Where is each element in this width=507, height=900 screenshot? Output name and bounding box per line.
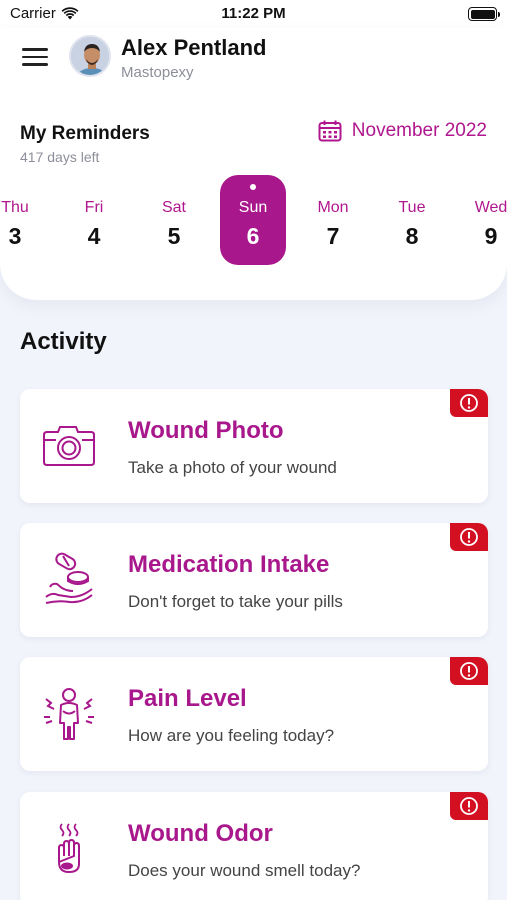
day-number: 9 — [484, 223, 498, 249]
status-bar: Carrier 11:22 PM — [0, 0, 507, 28]
day-number: 5 — [167, 223, 181, 249]
day-name: Thu — [1, 199, 29, 216]
day-cell-selected[interactable]: Sun 6 — [220, 175, 286, 265]
day-cell[interactable]: Sat 5 — [141, 175, 207, 265]
day-name: Tue — [398, 199, 426, 216]
procedure-name: Mastopexy — [121, 64, 194, 81]
activity-card-wound-odor[interactable]: Wound Odor Does your wound smell today? — [20, 792, 488, 900]
day-name: Sun — [238, 199, 268, 216]
menu-button[interactable] — [22, 46, 48, 68]
activity-card-pain-level[interactable]: Pain Level How are you feeling today? — [20, 657, 488, 771]
day-cell[interactable]: Wed 9 — [458, 175, 507, 265]
activity-card-medication[interactable]: Medication Intake Don't forget to take y… — [20, 523, 488, 637]
alert-badge — [450, 657, 488, 685]
day-number: 4 — [87, 223, 101, 249]
day-name: Wed — [474, 199, 507, 216]
day-name: Sat — [161, 199, 186, 216]
alert-icon — [460, 528, 478, 546]
day-strip: Thu 3 Fri 4 Sat 5 Sun 6 Mon 7 Tue 8 Wed … — [0, 175, 507, 265]
today-dot — [250, 184, 256, 190]
day-number: 8 — [405, 223, 419, 249]
activity-subtitle: Take a photo of your wound — [128, 458, 337, 477]
alert-badge — [450, 389, 488, 417]
camera-icon — [43, 426, 95, 466]
activity-title: Pain Level — [128, 685, 247, 712]
day-cell[interactable]: Fri 4 — [61, 175, 127, 265]
day-name: Fri — [84, 199, 104, 216]
day-cell[interactable]: Tue 8 — [379, 175, 445, 265]
month-picker[interactable]: November 2022 — [318, 120, 487, 142]
avatar-image — [71, 37, 109, 75]
activity-title: Wound Photo — [128, 417, 284, 444]
reminders-title: My Reminders — [20, 123, 150, 144]
day-cell[interactable]: Thu 3 — [0, 175, 48, 265]
activity-subtitle: Does your wound smell today? — [128, 861, 361, 880]
day-name: Mon — [317, 199, 349, 216]
day-number: 6 — [246, 223, 260, 249]
avatar[interactable] — [69, 35, 111, 77]
alert-icon — [460, 662, 478, 680]
alert-icon — [460, 797, 478, 815]
alert-badge — [450, 523, 488, 551]
alert-icon — [460, 394, 478, 412]
activity-title: Medication Intake — [128, 551, 330, 578]
battery-icon — [468, 7, 500, 21]
alert-badge — [450, 792, 488, 820]
day-cell[interactable]: Mon 7 — [300, 175, 366, 265]
activity-title: Activity — [20, 328, 107, 355]
odor-hand-icon — [58, 823, 80, 873]
user-name: Alex Pentland — [121, 35, 267, 60]
activity-subtitle: How are you feeling today? — [128, 726, 335, 745]
header-card: Alex Pentland Mastopexy My Reminders 417… — [0, 28, 507, 300]
status-time: 11:22 PM — [221, 5, 286, 22]
days-left: 417 days left — [20, 149, 100, 165]
day-number: 7 — [326, 223, 340, 249]
month-label: November 2022 — [351, 120, 487, 141]
pain-person-icon — [44, 688, 94, 740]
pills-hand-icon — [45, 552, 93, 604]
day-number: 3 — [8, 223, 22, 249]
activity-subtitle: Don't forget to take your pills — [128, 592, 343, 611]
activity-card-wound-photo[interactable]: Wound Photo Take a photo of your wound — [20, 389, 488, 503]
activity-title: Wound Odor — [128, 820, 273, 847]
calendar-icon — [318, 120, 342, 142]
